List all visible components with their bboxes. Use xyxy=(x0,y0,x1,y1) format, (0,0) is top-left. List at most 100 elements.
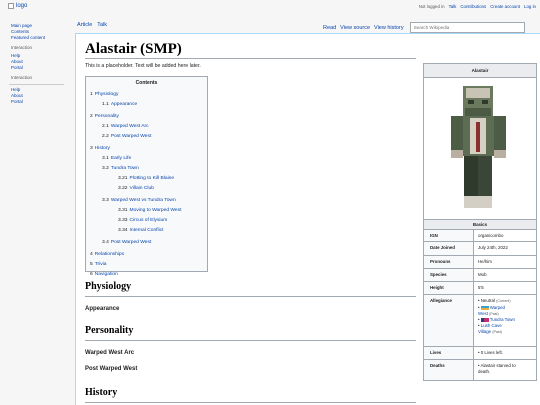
allegiance-item: West (Past) xyxy=(478,311,532,318)
infobox-value: July 24th, 2022 xyxy=(474,242,536,255)
allegiance-warped-west-link[interactable]: Warped xyxy=(490,305,505,310)
toc-label: Trivia xyxy=(94,262,107,267)
table-of-contents: Contents 1 Physiology 1.1 Appearance 2 Pers… xyxy=(85,76,208,277)
toc-item[interactable]: 2.1 Warped West Arc xyxy=(90,122,203,132)
toc-item[interactable]: 1.1 Appearance xyxy=(90,100,203,110)
toc-item[interactable]: 2 Personality xyxy=(90,112,203,122)
toc-item[interactable]: 1 Physiology xyxy=(90,90,203,100)
search-input[interactable] xyxy=(409,22,525,33)
sidebar-item-portal-2[interactable]: Portal xyxy=(11,99,71,105)
broken-image-icon xyxy=(8,3,14,9)
deaths-text: Alastair starved to xyxy=(480,363,516,368)
toc-item[interactable]: 4 Relationships xyxy=(90,250,203,260)
infobox-row-pronouns: Pronouns He/him xyxy=(424,256,536,269)
allegiance-status: (Past) xyxy=(489,311,499,316)
toc-item[interactable]: 3.31 Moving to Warped West xyxy=(90,206,203,216)
toc-item[interactable]: 3.3 Warped West vs Tundra Town xyxy=(90,196,203,206)
tab-talk[interactable]: Talk xyxy=(97,22,107,28)
toc-item[interactable]: 6 Navigation xyxy=(90,270,203,280)
toc-item[interactable]: 3.21 Plotting to Kill Blaine xyxy=(90,174,203,184)
allegiance-lush-cave-link-2[interactable]: Village xyxy=(478,329,491,334)
infobox-row-date-joined: Date Joined July 24th, 2022 xyxy=(424,242,536,256)
intro-text: This is a placeholder. Text will be adde… xyxy=(85,63,201,69)
toc-item[interactable]: 3.4 Post Warped West xyxy=(90,238,203,248)
allegiance-neutral: Neutral xyxy=(480,298,495,303)
toc-label: Post Warped West xyxy=(110,134,152,139)
toc-item[interactable]: 3.34 Internal Conflict xyxy=(90,226,203,236)
infobox-key: IGN xyxy=(424,230,474,241)
contributions-link[interactable]: Contributions xyxy=(460,4,486,9)
infobox-value: organicombo xyxy=(474,230,536,241)
character-skin-render xyxy=(451,86,506,208)
allegiance-tundra-town-link[interactable]: Tundra Town xyxy=(490,317,515,322)
toc-label: Tundra Town xyxy=(110,166,139,171)
toc-label: Appearance xyxy=(110,102,138,107)
infobox-key: Deaths xyxy=(424,360,474,380)
log-in-link[interactable]: Log in xyxy=(524,4,536,9)
toc-number: 3.4 xyxy=(102,240,109,245)
infobox: Alastair Basics IGN organicombo Date Joi… xyxy=(423,63,537,381)
tab-read[interactable]: Read xyxy=(323,25,336,31)
toc-item[interactable]: 3.1 Early Life xyxy=(90,154,203,164)
character-skin-image[interactable] xyxy=(424,78,536,220)
section-heading-history: History xyxy=(85,387,118,398)
page-title: Alastair (SMP) xyxy=(85,41,182,57)
infobox-row-allegiance: Allegiance • Neutral (Current) • Warped … xyxy=(424,295,536,347)
toc-label: Plotting to Kill Blaine xyxy=(129,176,175,181)
create-account-link[interactable]: Create account xyxy=(490,4,520,9)
sidebar-heading-interaction-2: Interaction xyxy=(11,75,33,80)
allegiance-status: (Current) xyxy=(496,299,511,303)
tab-view-history[interactable]: View history xyxy=(374,25,404,31)
toc-label: Warped West Arc xyxy=(110,124,149,129)
toc-number: 2.2 xyxy=(102,134,109,139)
sidebar-divider xyxy=(9,84,64,85)
toc-number: 3.1 xyxy=(102,156,109,161)
allegiance-status: (Past) xyxy=(492,329,502,334)
toc-number: 3.2 xyxy=(102,166,109,171)
tundra-town-flag-icon xyxy=(480,318,489,323)
toc-label: Post Warped West xyxy=(110,240,152,245)
tab-article[interactable]: Article xyxy=(77,22,92,28)
infobox-key: Date Joined xyxy=(424,242,474,255)
toc-item[interactable]: 3.33 Circus of Elysium xyxy=(90,216,203,226)
toc-number: 3.3 xyxy=(102,198,109,203)
toc-item[interactable]: 2.2 Post Warped West xyxy=(90,132,203,142)
user-talk-link[interactable]: Talk xyxy=(449,4,457,9)
infobox-value: He/him xyxy=(474,256,536,268)
toc-number: 2.1 xyxy=(102,124,109,129)
sidebar-item-featured[interactable]: Featured content xyxy=(11,35,71,41)
site-logo[interactable]: logo xyxy=(8,3,27,9)
infobox-value: Mob xyxy=(474,269,536,281)
deaths-text-cont: death. xyxy=(478,368,491,374)
toc-label: Personality xyxy=(94,114,119,119)
toc-label: Navigation xyxy=(94,272,118,277)
toc-label: History xyxy=(94,146,110,151)
toc-label: Physiology xyxy=(94,92,119,97)
toc-number: 3.21 xyxy=(118,176,128,181)
infobox-value: • Neutral (Current) • Warped West (Past)… xyxy=(474,295,536,346)
allegiance-warped-west-link-2[interactable]: West xyxy=(478,311,488,316)
warped-west-flag-icon xyxy=(480,305,489,310)
sidebar-item-portal[interactable]: Portal xyxy=(11,65,71,71)
toc-item[interactable]: 5 Trivia xyxy=(90,260,203,270)
subsection-heading-post-warped-west: Post Warped West xyxy=(85,366,138,372)
toc-item[interactable]: 3 History xyxy=(90,144,203,154)
lives-text: 0 Lives left. xyxy=(480,350,503,355)
toc-number: 2 xyxy=(90,114,93,119)
toc-number: 6 xyxy=(90,272,93,277)
toc-number: 1 xyxy=(90,92,93,97)
namespace-tabs: Article Talk xyxy=(77,22,107,28)
toc-item[interactable]: 3.22 Villain Club xyxy=(90,184,203,194)
section-divider xyxy=(85,340,416,341)
toc-number: 3.31 xyxy=(118,208,128,213)
tab-view-source[interactable]: View source xyxy=(340,25,370,31)
infobox-value: • 0 Lives left. xyxy=(474,347,536,359)
allegiance-item: Village (Past) xyxy=(478,329,532,336)
allegiance-lush-cave-link[interactable]: Lush Cave xyxy=(481,323,502,328)
toc-item[interactable]: 3.2 Tundra Town xyxy=(90,164,203,174)
infobox-value: • Alastair starved to death. xyxy=(474,360,536,380)
infobox-row-lives: Lives • 0 Lives left. xyxy=(424,347,536,360)
section-divider xyxy=(85,296,416,297)
infobox-title: Alastair xyxy=(424,64,536,78)
toc-label: Villain Club xyxy=(129,186,154,191)
